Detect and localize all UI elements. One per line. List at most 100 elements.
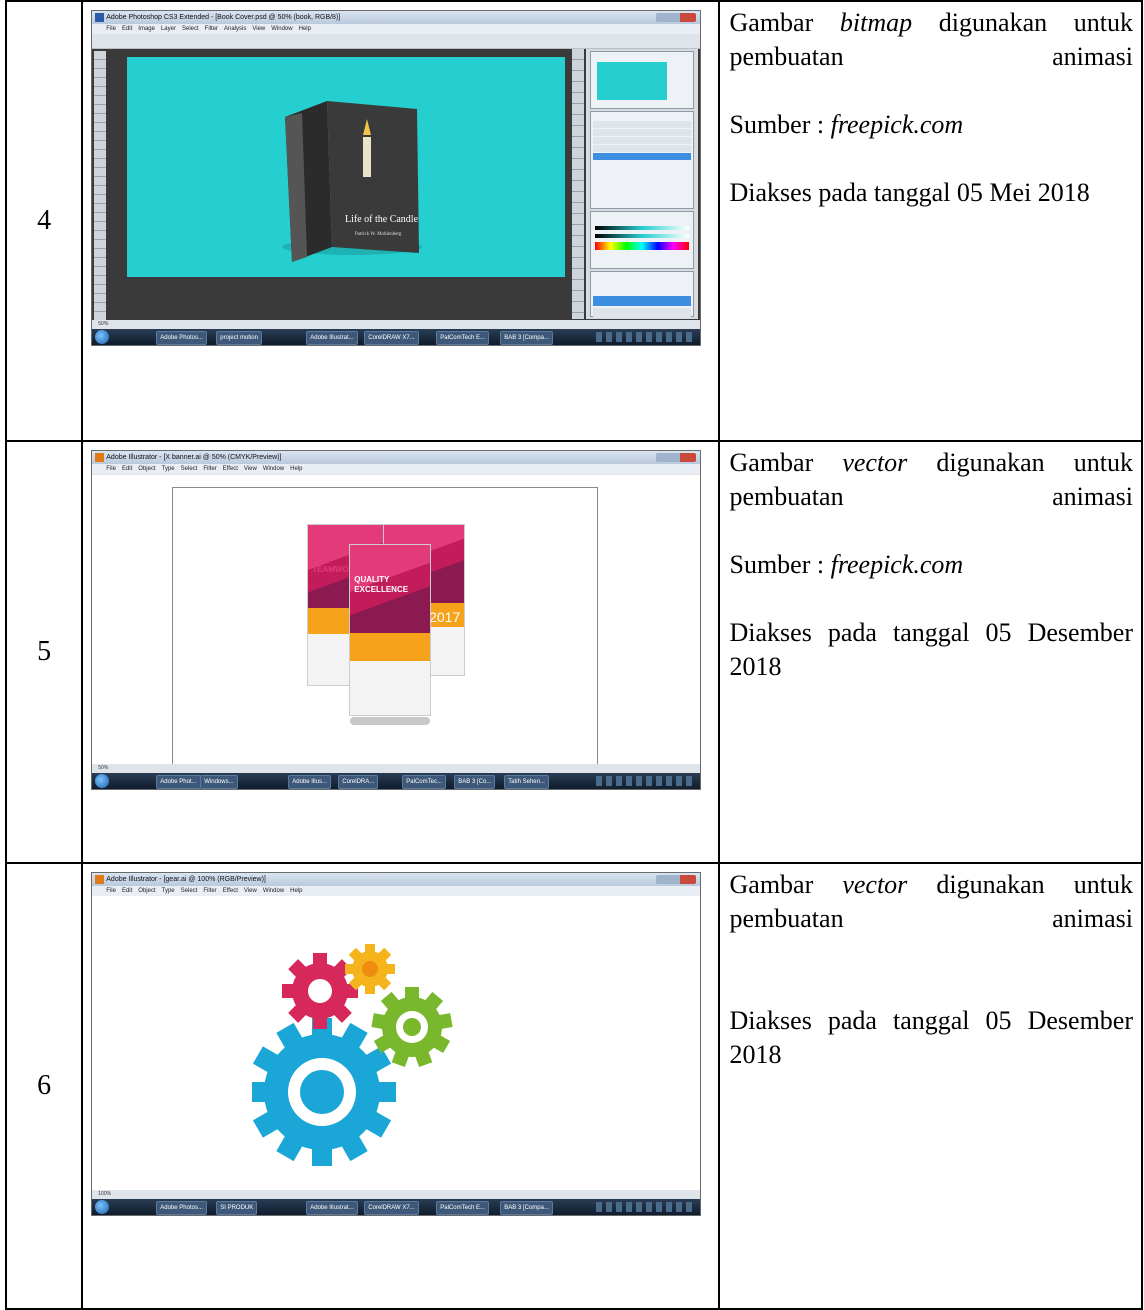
system-tray-icon	[596, 776, 697, 786]
window-titlebar: Adobe Illustrator - [gear.ai @ 100% (RGB…	[92, 873, 701, 886]
menu-item: Window	[262, 888, 285, 894]
row-number: 4	[4, 0, 84, 442]
start-icon	[95, 330, 110, 344]
menu-item: View	[252, 26, 266, 32]
menu-item: File	[106, 26, 116, 32]
history-row	[593, 153, 692, 160]
navigator-thumbnail	[597, 62, 668, 100]
image-cell: Adobe Photoshop CS3 Extended - [Book Cov…	[81, 0, 720, 442]
window-title: Adobe Photoshop CS3 Extended - [Book Cov…	[106, 14, 341, 21]
taskbar-button: PalComTech E...	[436, 331, 489, 345]
menu-bar: File Edit Object Type Select Filter Effect View…	[92, 886, 701, 896]
menu-item: Edit	[121, 888, 133, 894]
accessed-text: Diakses pada tanggal 05 Desember 2018	[729, 1006, 1134, 1069]
window-titlebar: Adobe Photoshop CS3 Extended - [Book Cov…	[92, 11, 701, 24]
menu-bar: File Edit Object Type Select Filter Effect View…	[92, 464, 701, 474]
menu-item: Layer	[160, 26, 176, 32]
tools-panel	[94, 51, 107, 325]
table-row: 4 Adobe Photoshop CS3 Extended - [Book C…	[4, 0, 1143, 442]
menu-item: Edit	[121, 26, 133, 32]
history-row	[593, 145, 692, 152]
panels-column	[586, 49, 699, 330]
artboard: TEAMWORK 2017 QUALITY EXCELLENCE	[172, 487, 599, 765]
system-tray-icon	[596, 1202, 697, 1212]
system-tray-icon	[596, 332, 697, 342]
taskbar-button: CorelDRAW X7...	[364, 1201, 419, 1215]
history-row	[593, 137, 692, 144]
menu-item: Type	[161, 466, 175, 472]
row-number: 6	[4, 862, 84, 1310]
table-row: 5 Adobe Illustrator - [X banner.ai @ 50%…	[4, 440, 1143, 864]
banner-stand: QUALITY EXCELLENCE	[349, 544, 432, 725]
menu-item: Object	[138, 466, 156, 472]
menu-item: Window	[271, 26, 293, 32]
options-bar	[92, 34, 701, 49]
start-icon	[95, 1200, 110, 1214]
menu-item: Effect	[222, 466, 238, 472]
photoshop-screenshot: Adobe Photoshop CS3 Extended - [Book Cov…	[91, 10, 702, 346]
color-slider	[595, 226, 690, 230]
status-bar: 100%	[92, 1190, 701, 1199]
taskbar-button: Adobe Illus...	[288, 775, 331, 789]
menu-item: File	[106, 888, 116, 894]
banner-text: QUALITY	[354, 575, 390, 584]
book-illustration: Life of the Candle Patrick W. Mohlenberg	[282, 101, 423, 262]
taskbar-button: PalComTech E...	[436, 1201, 489, 1215]
taskbar-button: Windows...	[200, 775, 238, 789]
side-dock	[572, 49, 585, 319]
accessed-text: Diakses pada tanggal 05 Desember 2018	[729, 618, 1134, 681]
table-row: 6 Adobe Illustrator - [gear.ai @ 100% (R…	[4, 862, 1143, 1310]
description-text: Gambar bitmap digunakan untuk pembuatan …	[729, 8, 1134, 71]
blue-gear-icon	[252, 1018, 397, 1166]
menu-item: Window	[262, 466, 285, 472]
accessed-text: Diakses pada tanggal 05 Mei 2018	[729, 178, 1090, 207]
window-title: Adobe Illustrator - [gear.ai @ 100% (RGB…	[106, 876, 266, 883]
source-site: freepick.com	[830, 110, 964, 139]
banner-year: 2017	[429, 609, 461, 625]
taskbar-button: Adobe Phot...	[156, 775, 201, 789]
menu-item: Select	[181, 26, 199, 32]
layers-panel	[590, 271, 695, 330]
description-cell: Gambar vector digunakan untuk pembuatan …	[717, 862, 1143, 1310]
description-cell: Gambar bitmap digunakan untuk pembuatan …	[717, 0, 1143, 442]
menu-item: Object	[138, 888, 156, 894]
row-number: 5	[4, 440, 84, 864]
menu-item: Effect	[222, 888, 238, 894]
source-site: freepick.com	[830, 550, 964, 579]
menu-item: Filter	[203, 466, 217, 472]
emphasis-term: vector	[842, 870, 908, 899]
menu-item: Edit	[121, 466, 133, 472]
emphasis-term: bitmap	[839, 8, 913, 37]
history-panel	[590, 111, 695, 209]
taskbar-button: project motion	[216, 331, 262, 345]
menu-item: Analysis	[224, 26, 247, 32]
document-area	[92, 897, 701, 1190]
zoom-level: 50%	[98, 321, 109, 327]
taskbar-button: CorelDRAW X7...	[364, 331, 419, 345]
gears-illustration	[252, 944, 453, 1166]
description-text: Gambar vector digunakan untuk pembuatan …	[729, 448, 1134, 511]
menu-item: Filter	[203, 888, 217, 894]
menu-item: Help	[290, 888, 303, 894]
taskbar-button: BAB 3 [Compa...	[500, 331, 553, 345]
menu-item: View	[243, 888, 257, 894]
source-text: Sumber : freepick.com	[729, 550, 964, 579]
taskbar-button: BAB 3 [Co...	[454, 775, 496, 789]
taskbar: Adobe Phot... Windows... Adobe Illus... …	[92, 773, 701, 789]
layer-row	[593, 308, 692, 318]
emphasis-term: vector	[842, 448, 908, 477]
menu-bar: File Edit Image Layer Select Filter Analysis Vi…	[92, 24, 701, 34]
layer-row	[593, 296, 692, 306]
menu-item: Image	[138, 26, 155, 32]
taskbar-button: Adobe Illustrat...	[306, 1201, 358, 1215]
window-titlebar: Adobe Illustrator - [X banner.ai @ 50% (…	[92, 451, 701, 464]
menu-item: Type	[161, 888, 175, 894]
zoom-level: 50%	[98, 765, 109, 771]
menu-item: View	[243, 466, 257, 472]
book-author-text: Patrick W. Mohlenberg	[355, 232, 402, 237]
zoom-level: 100%	[98, 1191, 112, 1197]
taskbar-button: CorelDRA...	[338, 775, 379, 789]
window-controls-icon	[656, 875, 697, 884]
document-area: TEAMWORK 2017 QUALITY EXCELLENCE	[92, 475, 701, 765]
window-title: Adobe Illustrator - [X banner.ai @ 50% (…	[106, 454, 282, 461]
